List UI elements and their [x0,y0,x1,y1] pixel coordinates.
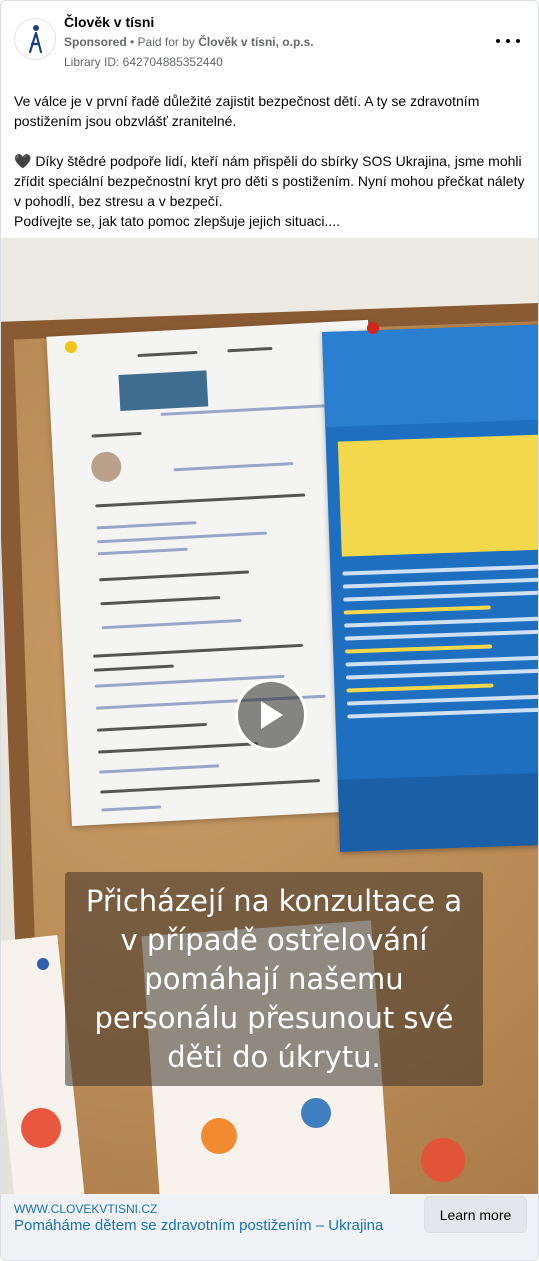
sponsored-label: Sponsored [64,35,127,49]
link-headline[interactable]: Pomáháme dětem se zdravotním postižením … [14,1217,383,1234]
subtitle-line: děti do úkrytu. [167,1039,381,1074]
more-options-button[interactable] [496,31,520,51]
video-subtitle: Přicházejí na konzultace a v případě ost… [65,872,483,1086]
page-name[interactable]: Člověk v tísni [64,14,154,30]
pushpin [37,958,49,970]
paper-thumbnail [118,370,209,411]
subtitle-line: pomáhají našemu [144,961,404,996]
subtitle-line: Přicházejí na konzultace a [85,883,463,918]
paid-for-org[interactable]: Člověk v tísni, o.p.s. [198,35,313,49]
autism-poster [321,324,538,852]
post-paragraph-3: Podívejte se, jak tato pomoc zlepšuje je… [14,213,341,229]
learn-more-button[interactable]: Learn more [424,1196,527,1233]
sponsored-line: Sponsored • Paid for by Člověk v tísni, … [64,35,314,49]
play-icon [261,701,283,729]
post-text: Ve válce je v první řadě důležité zajist… [14,91,529,231]
link-domain[interactable]: WWW.CLOVEKVTISNI.CZ [14,1202,157,1216]
paper-photo [90,451,123,483]
pushpin [367,322,379,334]
post-paragraph-1: Ve válce je v první řadě důležité zajist… [14,93,480,129]
paid-for-prefix: • Paid for by [126,35,199,49]
pushpin [65,341,77,353]
play-button[interactable] [235,679,307,751]
subtitle-line: personálu přesunout své [94,1000,454,1035]
more-horizontal-icon [496,39,500,43]
library-id: Library ID: 642704885352440 [64,55,223,69]
page-avatar[interactable] [14,18,56,60]
post-paragraph-2: 🖤 Díky štědré podpoře lidí, kteří nám př… [14,153,525,209]
person-logo-icon [28,25,43,54]
post-header: Člověk v tísni Sponsored • Paid for by Č… [1,1,538,79]
video-player[interactable]: Přicházejí na konzultace a v případě ost… [1,238,538,1194]
ad-card: Člověk v tísni Sponsored • Paid for by Č… [0,0,539,1261]
subtitle-line: v případě ostřelování [120,922,428,957]
